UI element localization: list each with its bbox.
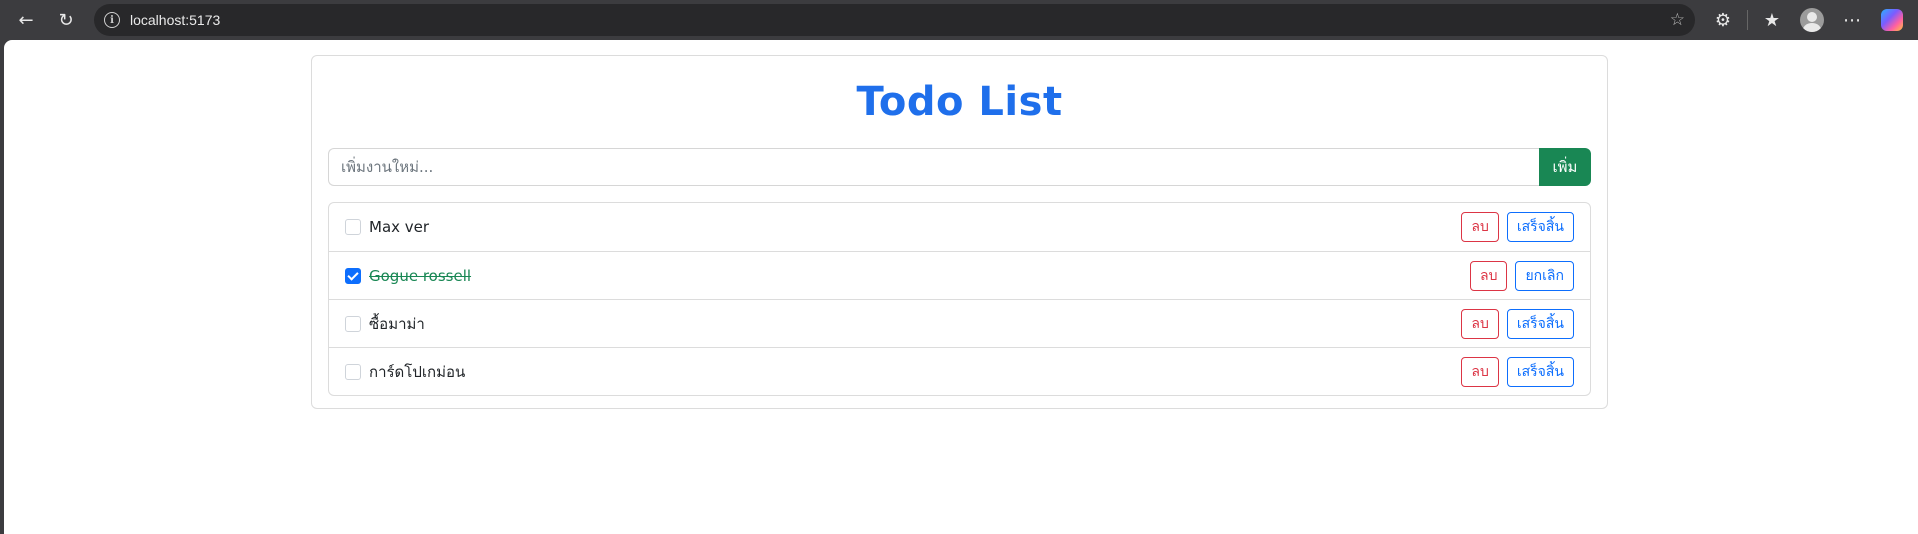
- todo-text: ซื้อมาม่า: [369, 314, 425, 333]
- complete-button[interactable]: เสร็จสิ้น: [1506, 212, 1574, 242]
- todo-checkbox[interactable]: [345, 219, 361, 235]
- profile-button[interactable]: [1794, 2, 1830, 38]
- browser-toolbar: ← ↻ i localhost:5173 ☆ ⚙ ★ ⋯: [0, 0, 1918, 40]
- todo-checkbox[interactable]: [345, 267, 361, 284]
- copilot-icon: [1881, 9, 1903, 31]
- add-todo-button[interactable]: เพิ่ม: [1539, 148, 1591, 186]
- favorite-star-icon[interactable]: ☆: [1670, 10, 1685, 30]
- page-viewport: Todo List เพิ่ม Max ver ลบ เสร็จสิ้น Gog…: [4, 40, 1918, 534]
- todo-text: Max ver: [369, 218, 430, 236]
- address-bar[interactable]: i localhost:5173 ☆: [94, 4, 1695, 36]
- todo-item: ซื้อมาม่า ลบ เสร็จสิ้น: [329, 299, 1590, 347]
- todo-text: Gogue rossell: [369, 266, 472, 285]
- todo-item: Max ver ลบ เสร็จสิ้น: [329, 203, 1590, 251]
- copilot-button[interactable]: [1874, 2, 1910, 38]
- delete-button[interactable]: ลบ: [1470, 260, 1508, 291]
- page-title: Todo List: [856, 79, 1063, 125]
- delete-button[interactable]: ลบ: [1461, 212, 1499, 242]
- todo-text: การ์ดโปเกม่อน: [369, 362, 466, 381]
- url-text[interactable]: localhost:5173: [130, 12, 1660, 28]
- todo-list: Max ver ลบ เสร็จสิ้น Gogue rossell ลบ ยก…: [328, 202, 1591, 396]
- refresh-icon[interactable]: ↻: [48, 2, 84, 38]
- more-menu-icon[interactable]: ⋯: [1834, 2, 1870, 38]
- add-todo-form: เพิ่ม: [328, 148, 1591, 186]
- todo-checkbox[interactable]: [345, 363, 361, 380]
- new-todo-input[interactable]: [328, 148, 1539, 186]
- complete-button[interactable]: เสร็จสิ้น: [1506, 308, 1574, 339]
- extensions-icon[interactable]: ⚙: [1705, 2, 1741, 38]
- delete-button[interactable]: ลบ: [1461, 356, 1499, 387]
- todo-checkbox[interactable]: [345, 315, 361, 332]
- toolbar-divider: [1747, 10, 1748, 30]
- todo-item: การ์ดโปเกม่อน ลบ เสร็จสิ้น: [329, 347, 1590, 395]
- delete-button[interactable]: ลบ: [1461, 308, 1499, 339]
- complete-button[interactable]: เสร็จสิ้น: [1506, 356, 1574, 387]
- info-icon[interactable]: i: [104, 12, 120, 28]
- back-arrow-icon[interactable]: ←: [8, 2, 44, 38]
- todo-card: Todo List เพิ่ม Max ver ลบ เสร็จสิ้น Gog…: [311, 55, 1608, 409]
- favorites-icon[interactable]: ★: [1754, 2, 1790, 38]
- avatar-icon: [1800, 8, 1824, 32]
- todo-item: Gogue rossell ลบ ยกเลิก: [329, 251, 1590, 299]
- undo-button[interactable]: ยกเลิก: [1515, 260, 1574, 291]
